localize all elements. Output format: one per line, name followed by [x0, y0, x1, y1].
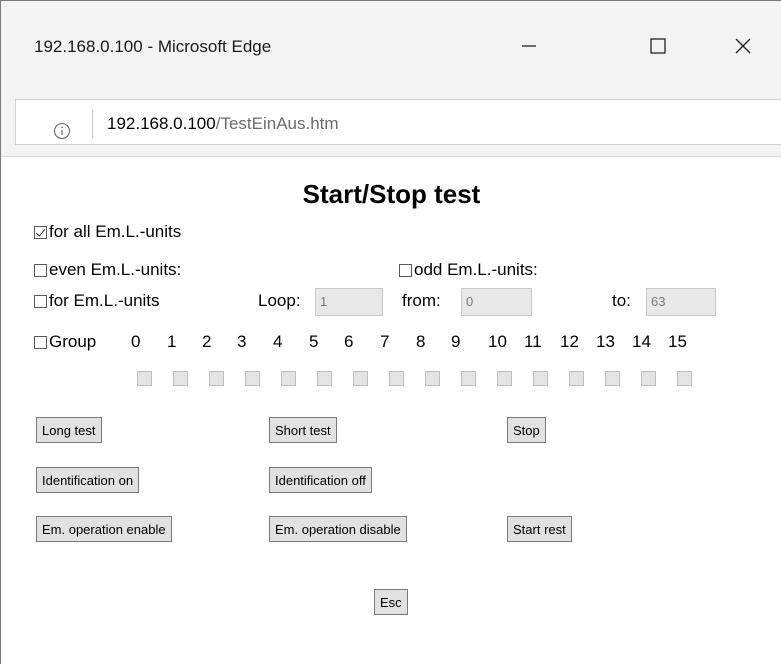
group-number: 3 [237, 332, 247, 351]
group-checkbox-9[interactable] [461, 371, 476, 386]
for-units-checkbox[interactable] [34, 294, 47, 308]
start-rest-button[interactable]: Start rest [507, 516, 572, 542]
short-test-button[interactable]: Short test [269, 417, 337, 443]
all-units-label: for all Em.L.-units [49, 222, 182, 241]
page-heading: Start/Stop test [302, 179, 481, 209]
maximize-icon [650, 38, 666, 54]
identification-off-button[interactable]: Identification off [269, 467, 372, 493]
group-checkbox-14[interactable] [641, 371, 656, 386]
maximize-button[interactable] [638, 29, 678, 63]
address-bar: 192.168.0.100/TestEinAus.htm [1, 93, 781, 157]
info-icon[interactable] [52, 121, 72, 141]
odd-units-row: odd Em.L.-units: [399, 260, 538, 280]
group-label: Group [49, 332, 97, 351]
group-number: 15 [668, 332, 687, 351]
group-checkbox-0[interactable] [137, 371, 152, 386]
loop-field[interactable]: 1 [315, 288, 383, 316]
address-separator [92, 110, 93, 138]
group-checkbox-6[interactable] [353, 371, 368, 386]
odd-units-label: odd Em.L.-units: [414, 260, 538, 279]
group-checkbox-5[interactable] [317, 371, 332, 386]
esc-button[interactable]: Esc [374, 589, 408, 615]
group-number: 11 [524, 332, 542, 351]
group-checkbox-4[interactable] [281, 371, 296, 386]
browser-window: 192.168.0.100 - Microsoft Edge 192.168.0… [0, 0, 781, 665]
group-number: 1 [167, 332, 177, 351]
group-number: 7 [380, 332, 390, 351]
even-units-row: even Em.L.-units: [34, 260, 181, 280]
to-label: to: [612, 291, 631, 310]
odd-units-checkbox[interactable] [399, 263, 412, 277]
even-units-checkbox[interactable] [34, 263, 47, 277]
group-checkbox-7[interactable] [389, 371, 404, 386]
address-field[interactable]: 192.168.0.100/TestEinAus.htm [15, 99, 781, 145]
group-number: 0 [131, 332, 141, 351]
group-checkbox-3[interactable] [245, 371, 260, 386]
group-number: 14 [632, 332, 651, 351]
title-bar: 192.168.0.100 - Microsoft Edge [1, 1, 781, 93]
long-test-button[interactable]: Long test [36, 417, 102, 443]
for-units-label: for Em.L.-units [49, 291, 160, 310]
url-text[interactable]: 192.168.0.100/TestEinAus.htm [107, 114, 339, 134]
group-checkbox-10[interactable] [497, 371, 512, 386]
em-operation-enable-button[interactable]: Em. operation enable [36, 516, 172, 542]
group-number: 9 [451, 332, 461, 351]
window-title: 192.168.0.100 - Microsoft Edge [34, 37, 272, 56]
even-units-label: even Em.L.-units: [49, 260, 182, 279]
close-icon [735, 38, 751, 54]
all-units-row: for all Em.L.-units [34, 222, 181, 242]
close-button[interactable] [723, 29, 763, 63]
identification-on-button[interactable]: Identification on [36, 467, 140, 493]
url-path: /TestEinAus.htm [215, 114, 339, 133]
group-checkbox-1[interactable] [173, 371, 188, 386]
em-operation-disable-button[interactable]: Em. operation disable [269, 516, 407, 542]
from-field[interactable]: 0 [461, 288, 532, 316]
group-checkbox-8[interactable] [425, 371, 440, 386]
group-checkbox-13[interactable] [605, 371, 620, 386]
group-number: 5 [309, 332, 319, 351]
group-row: Group [34, 332, 96, 352]
group-number: 6 [344, 332, 354, 351]
all-units-checkbox[interactable] [34, 225, 47, 239]
to-field[interactable]: 63 [646, 288, 716, 316]
group-number: 10 [488, 332, 507, 351]
group-number: 13 [596, 332, 615, 351]
minimize-button[interactable] [509, 29, 549, 63]
from-label: from: [402, 291, 441, 310]
group-number: 4 [273, 332, 283, 351]
for-units-row: for Em.L.-units [34, 291, 160, 311]
group-number: 12 [560, 332, 579, 351]
loop-label: Loop: [258, 291, 301, 310]
group-number: 8 [416, 332, 426, 351]
group-checkbox-12[interactable] [569, 371, 584, 386]
group-checkbox-11[interactable] [533, 371, 548, 386]
group-checkbox[interactable] [34, 335, 47, 349]
minimize-icon [522, 45, 536, 47]
group-checkbox-2[interactable] [209, 371, 224, 386]
group-checkbox-15[interactable] [677, 371, 692, 386]
stop-button[interactable]: Stop [507, 417, 546, 443]
url-host: 192.168.0.100 [107, 114, 216, 133]
group-number: 2 [202, 332, 212, 351]
